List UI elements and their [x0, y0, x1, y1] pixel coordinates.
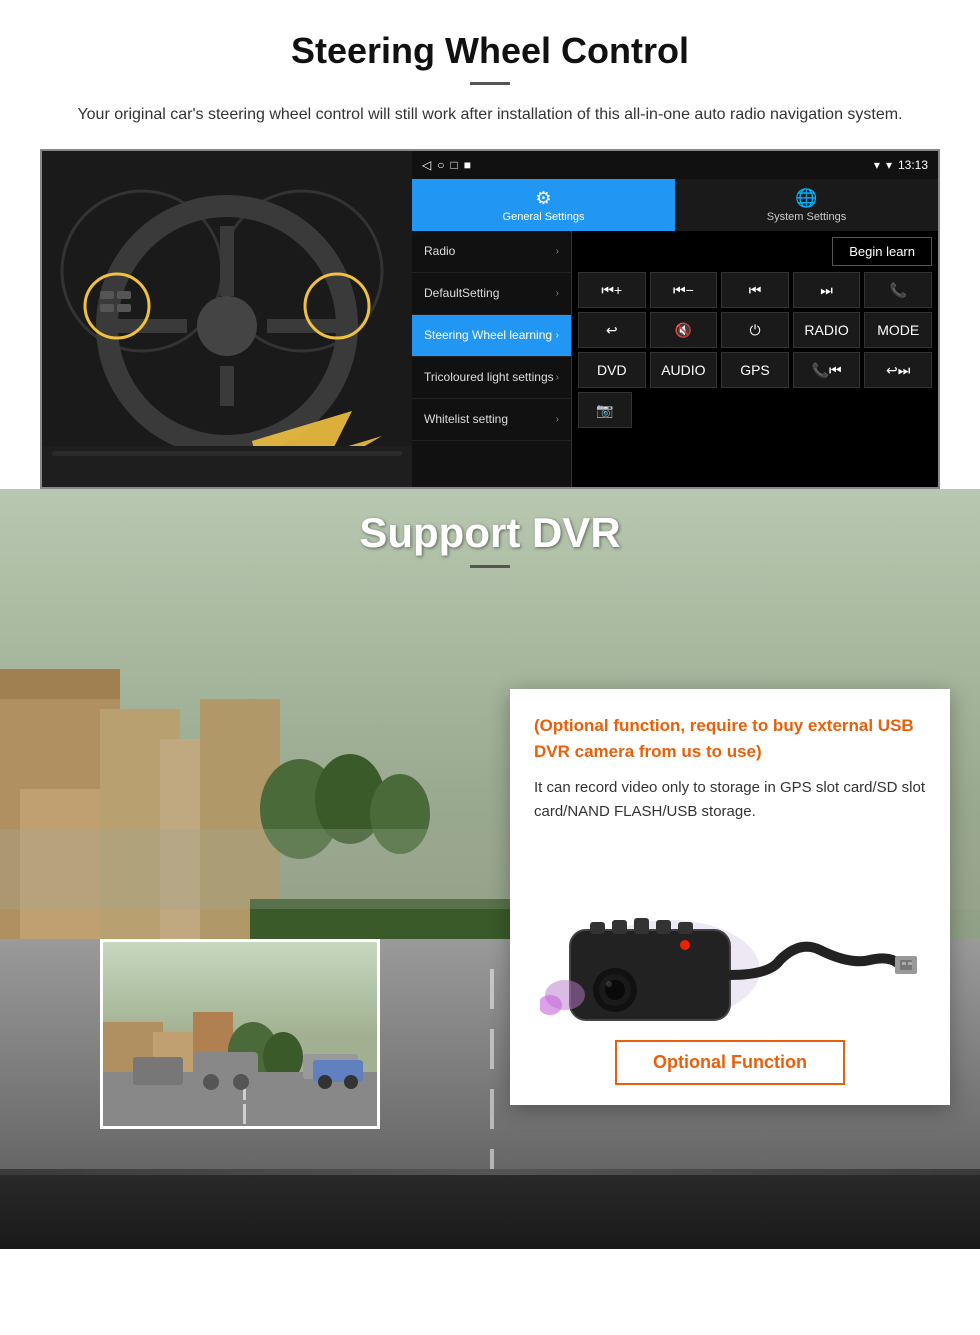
- menu-whitelist-chevron: ›: [556, 413, 559, 426]
- ctrl-hangup[interactable]: ↩: [578, 312, 646, 348]
- general-settings-icon: ⚙: [535, 188, 551, 209]
- nav-menu-icon: ■: [464, 158, 471, 172]
- steering-subtitle: Your original car's steering wheel contr…: [60, 103, 920, 127]
- android-panel: ◁ ○ □ ■ ▾ ▾ 13:13 ⚙ General Settings 🌐 S…: [412, 151, 938, 487]
- menu-tricoloured-label: Tricoloured light settings: [424, 370, 554, 386]
- steering-photo: [42, 151, 412, 489]
- ctrl-vol-down[interactable]: ⏮−: [650, 272, 718, 308]
- nav-recent-icon: □: [450, 158, 457, 172]
- ctrl-mute[interactable]: 🔇: [650, 312, 718, 348]
- ctrl-grid-row3: DVD AUDIO GPS 📞⏮ ↩⏭: [578, 352, 932, 388]
- ctrl-power[interactable]: ⏻: [721, 312, 789, 348]
- ctrl-back-next[interactable]: ↩⏭: [864, 352, 932, 388]
- optional-function-button[interactable]: Optional Function: [615, 1040, 845, 1085]
- menu-tricoloured-chevron: ›: [556, 371, 559, 384]
- dvr-thumb-svg: [103, 942, 380, 1129]
- dvr-dashboard: [0, 1169, 980, 1249]
- menu-whitelist-label: Whitelist setting: [424, 412, 508, 428]
- dvr-camera-illustration: [534, 840, 926, 1040]
- ctrl-radio[interactable]: RADIO: [793, 312, 861, 348]
- menu-steering-label: Steering Wheel learning: [424, 328, 552, 344]
- android-body: Radio › DefaultSetting › Steering Wheel …: [412, 231, 938, 487]
- status-time: 13:13: [898, 158, 928, 172]
- ctrl-grid-row4: 📷: [578, 392, 932, 428]
- dvr-title-divider: [470, 565, 510, 568]
- tab-system-settings[interactable]: 🌐 System Settings: [675, 179, 938, 231]
- dvr-info-card: (Optional function, require to buy exter…: [510, 689, 950, 1105]
- ctrl-next[interactable]: ⏭: [793, 272, 861, 308]
- menu-radio[interactable]: Radio ›: [412, 231, 571, 273]
- menu-defaultsetting-chevron: ›: [556, 287, 559, 300]
- dvr-desc-text: It can record video only to storage in G…: [534, 776, 926, 824]
- android-statusbar: ◁ ○ □ ■ ▾ ▾ 13:13: [412, 151, 938, 179]
- steering-wheel-bg: [42, 151, 412, 489]
- menu-whitelist[interactable]: Whitelist setting ›: [412, 399, 571, 441]
- ctrl-prev[interactable]: ⏮: [721, 272, 789, 308]
- steering-title: Steering Wheel Control: [40, 30, 940, 72]
- tab-system-label: System Settings: [767, 211, 846, 223]
- dvr-thumbnail: [100, 939, 380, 1129]
- menu-steering-learning[interactable]: Steering Wheel learning ›: [412, 315, 571, 357]
- begin-learn-row: Begin learn: [578, 237, 932, 266]
- menu-steering-chevron: ›: [556, 329, 559, 342]
- dvr-section: Support DVR: [0, 489, 980, 1249]
- android-tabs: ⚙ General Settings 🌐 System Settings: [412, 179, 938, 231]
- ctrl-phone[interactable]: 📞: [864, 272, 932, 308]
- ctrl-phone-prev[interactable]: 📞⏮: [793, 352, 861, 388]
- dvr-optional-text: (Optional function, require to buy exter…: [534, 713, 926, 764]
- steering-wheel-svg: [42, 151, 412, 489]
- ctrl-cam[interactable]: 📷: [578, 392, 632, 428]
- tab-general-settings[interactable]: ⚙ General Settings: [412, 179, 675, 231]
- wifi-icon: ▾: [886, 158, 892, 172]
- nav-back-icon: ◁: [422, 158, 431, 172]
- controls-area: Begin learn ⏮+ ⏮− ⏮ ⏭ 📞 ↩ 🔇 ⏻: [572, 231, 938, 487]
- ctrl-dvd[interactable]: DVD: [578, 352, 646, 388]
- menu-defaultsetting[interactable]: DefaultSetting ›: [412, 273, 571, 315]
- ctrl-mode[interactable]: MODE: [864, 312, 932, 348]
- ctrl-gps[interactable]: GPS: [721, 352, 789, 388]
- begin-learn-button[interactable]: Begin learn: [832, 237, 932, 266]
- system-settings-icon: 🌐: [795, 188, 817, 209]
- tab-general-label: General Settings: [503, 211, 585, 223]
- camera-svg: [540, 850, 920, 1030]
- steering-demo: ◁ ○ □ ■ ▾ ▾ 13:13 ⚙ General Settings 🌐 S…: [40, 149, 940, 489]
- ctrl-grid-row2: ↩ 🔇 ⏻ RADIO MODE: [578, 312, 932, 348]
- menu-radio-label: Radio: [424, 244, 455, 260]
- ctrl-vol-up[interactable]: ⏮+: [578, 272, 646, 308]
- dashboard-strip: [0, 1169, 980, 1175]
- steering-section: Steering Wheel Control Your original car…: [0, 0, 980, 489]
- menu-defaultsetting-label: DefaultSetting: [424, 286, 499, 302]
- dvr-title-block: Support DVR: [0, 509, 980, 568]
- dvr-title: Support DVR: [0, 509, 980, 557]
- settings-menu: Radio › DefaultSetting › Steering Wheel …: [412, 231, 572, 487]
- menu-tricoloured[interactable]: Tricoloured light settings ›: [412, 357, 571, 399]
- dvr-background: Support DVR: [0, 489, 980, 1249]
- nav-home-icon: ○: [437, 158, 444, 172]
- steering-divider: [470, 82, 510, 85]
- menu-radio-chevron: ›: [556, 245, 559, 258]
- ctrl-audio[interactable]: AUDIO: [650, 352, 718, 388]
- signal-icon: ▾: [874, 158, 880, 172]
- ctrl-grid-row1: ⏮+ ⏮− ⏮ ⏭ 📞: [578, 272, 932, 308]
